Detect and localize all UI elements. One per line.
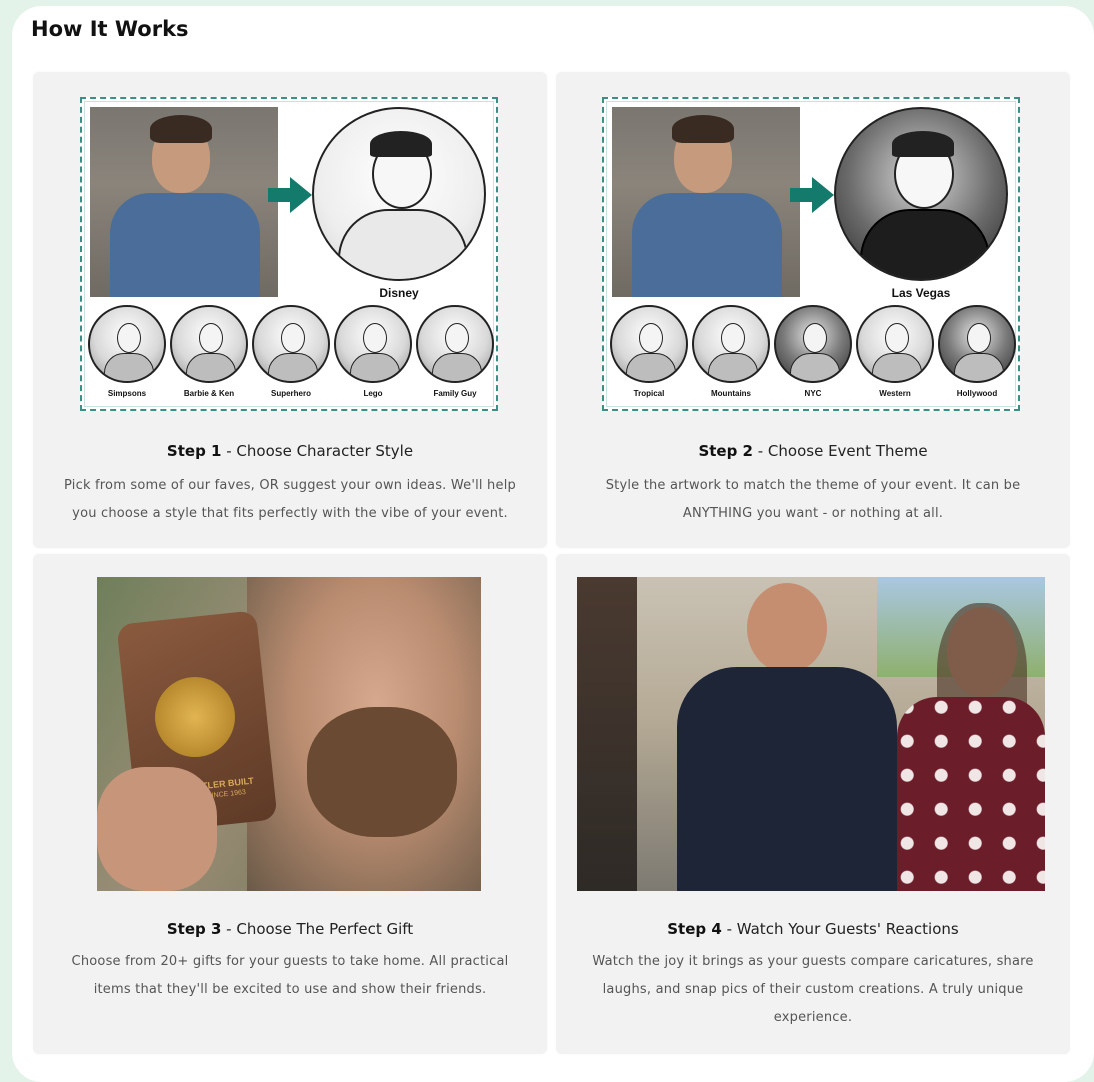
theme-thumb-label: Western: [879, 389, 911, 398]
step-card-4: Step 4 - Watch Your Guests' Reactions Wa…: [556, 554, 1070, 1054]
step-card-1: Disney Simpsons Barbie & Ken Superhero L…: [33, 72, 547, 548]
step-heading: - Watch Your Guests' Reactions: [721, 920, 959, 938]
arrow-right-icon: [268, 177, 312, 213]
step-description: Choose from 20+ gifts for your guests to…: [71, 954, 509, 997]
style-thumbnails: Simpsons Barbie & Ken Superhero Lego Fam…: [86, 305, 494, 405]
step-title: Step 4 - Watch Your Guests' Reactions: [556, 920, 1070, 938]
step-number: Step 4: [667, 920, 722, 938]
style-thumb: [170, 305, 248, 383]
featured-style-label: Disney: [379, 286, 419, 300]
step-heading: - Choose Character Style: [221, 442, 414, 460]
style-thumb-label: Barbie & Ken: [183, 389, 235, 398]
original-portrait-photo: [612, 107, 800, 297]
featured-theme-label: Las Vegas: [891, 286, 951, 300]
style-thumb: [252, 305, 330, 383]
step-number: Step 1: [166, 442, 222, 460]
style-thumb-label: Family Guy: [433, 389, 477, 398]
style-collage-image: Disney Simpsons Barbie & Ken Superhero L…: [80, 97, 498, 411]
step-heading: - Choose The Perfect Gift: [221, 920, 414, 938]
caricature-featured: [312, 107, 486, 281]
theme-thumb-label: Tropical: [633, 389, 665, 398]
style-thumb-label: Simpsons: [107, 389, 147, 398]
step-description: Style the artwork to match the theme of …: [605, 478, 1021, 521]
theme-thumb: [692, 305, 770, 383]
original-portrait-photo: [90, 107, 278, 297]
theme-thumb-label: Hollywood: [956, 389, 998, 398]
theme-thumb: [856, 305, 934, 383]
theme-thumb: [938, 305, 1016, 383]
step-title: Step 3 - Choose The Perfect Gift: [33, 920, 547, 938]
step-description: Watch the joy it brings as your guests c…: [592, 954, 1034, 1025]
step-description: Pick from some of our faves, OR suggest …: [64, 478, 516, 521]
theme-thumb: [774, 305, 852, 383]
step-title: Step 2 - Choose Event Theme: [556, 442, 1070, 460]
step-heading: - Choose Event Theme: [752, 442, 928, 460]
caricature-featured: [834, 107, 1008, 281]
step-number: Step 2: [698, 442, 753, 460]
style-thumb-label: Lego: [363, 389, 383, 398]
section-title: How It Works: [31, 17, 189, 41]
style-thumb: [416, 305, 494, 383]
step-title: Step 1 - Choose Character Style: [33, 442, 547, 460]
step-number: Step 3: [166, 920, 222, 938]
how-it-works-panel: How It Works Disney Simpsons Barbie & Ke…: [12, 6, 1094, 1082]
theme-thumb-label: Mountains: [711, 389, 751, 398]
style-thumb-label: Superhero: [270, 389, 311, 398]
theme-collage-image: Las Vegas Tropical Mountains NYC Western…: [602, 97, 1020, 411]
gift-product-photo: BUTLER BUILT SINCE 1963: [97, 577, 481, 891]
style-thumb: [334, 305, 412, 383]
theme-thumbnails: Tropical Mountains NYC Western Hollywood: [608, 305, 1016, 405]
theme-thumb-label: NYC: [804, 389, 822, 398]
step-card-3: BUTLER BUILT SINCE 1963 Step 3 - Choose …: [33, 554, 547, 1054]
arrow-right-icon: [790, 177, 834, 213]
style-thumb: [88, 305, 166, 383]
step-card-2: Las Vegas Tropical Mountains NYC Western…: [556, 72, 1070, 548]
guests-reaction-photo: [577, 577, 1045, 891]
theme-thumb: [610, 305, 688, 383]
